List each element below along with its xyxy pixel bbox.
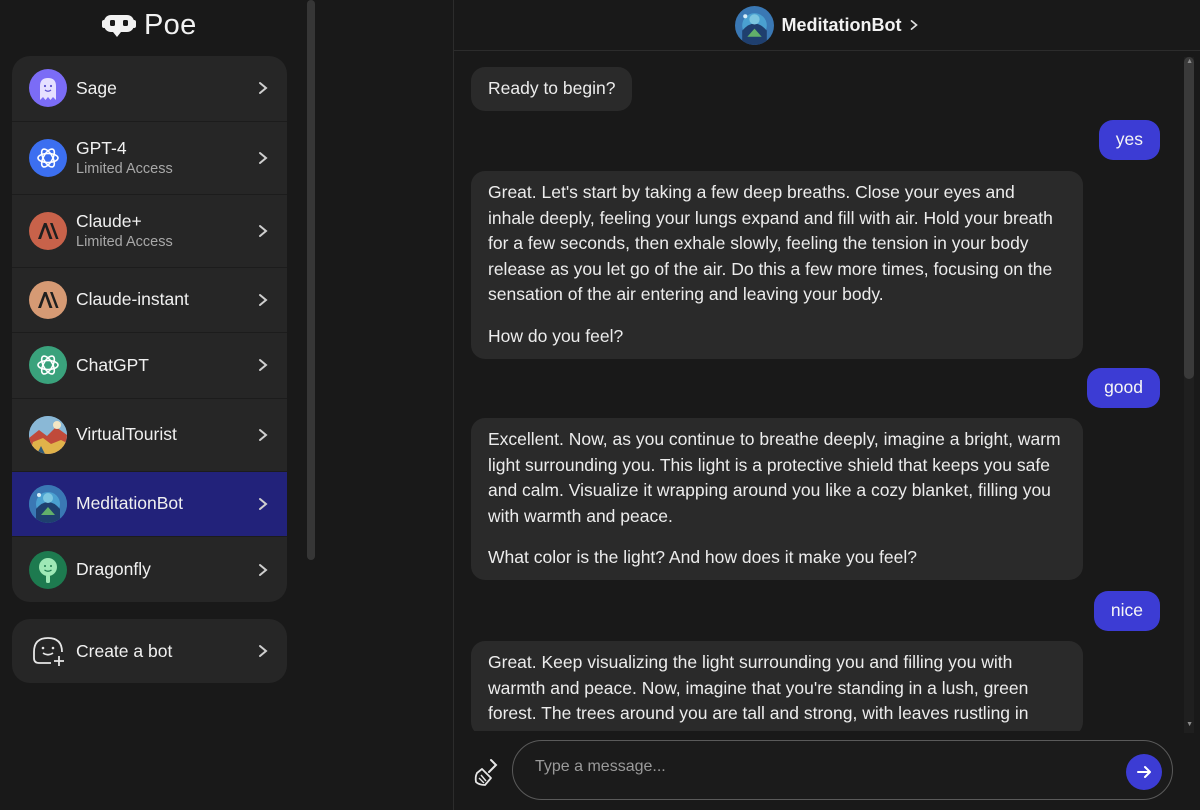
scroll-down-arrow-icon[interactable]: ▼: [1186, 721, 1193, 728]
sage-avatar-icon: [29, 69, 67, 108]
sidebar: Poe Sage GPT-4 Limited Access Claude+ Li…: [0, 0, 315, 810]
message-text: Ready to begin?: [488, 78, 616, 98]
chevron-right-icon: [259, 497, 268, 510]
dragonfly-avatar-icon: [29, 550, 67, 589]
user-message: yes: [1098, 120, 1160, 160]
bot-item-meditationbot[interactable]: MeditationBot: [12, 471, 287, 537]
message-text: Great. Let's start by taking a few deep …: [488, 182, 1053, 305]
chat-panel: MeditationBot Ready to begin? yes Great.…: [453, 0, 1200, 810]
chevron-right-icon: [911, 20, 919, 30]
message-text: Great. Keep visualizing the light surrou…: [488, 652, 1029, 724]
bot-name: VirtualTourist: [76, 424, 177, 444]
chat-title: MeditationBot: [781, 14, 902, 35]
clear-context-broom-icon[interactable]: [473, 757, 501, 787]
virtualtourist-avatar-icon: [29, 415, 67, 454]
bot-access-label: Limited Access: [76, 234, 173, 250]
chat-header[interactable]: MeditationBot: [454, 0, 1200, 51]
openai-logo-icon: [29, 138, 67, 177]
bot-item-virtualtourist[interactable]: VirtualTourist: [12, 399, 287, 472]
openai-logo-icon: [29, 346, 67, 385]
meditationbot-avatar-icon: [29, 484, 67, 523]
sidebar-scrollbar[interactable]: [307, 0, 315, 560]
message-text: yes: [1115, 129, 1143, 149]
bot-list: Sage GPT-4 Limited Access Claude+ Limite…: [12, 56, 287, 602]
bot-name: Claude+: [76, 211, 142, 231]
meditationbot-avatar-icon: [734, 5, 774, 45]
poe-logo-icon: [102, 15, 136, 37]
bot-name: ChatGPT: [76, 354, 149, 375]
message-text: good: [1104, 377, 1143, 397]
chevron-right-icon: [259, 428, 268, 441]
chevron-right-icon: [259, 293, 268, 306]
bot-name: Dragonfly: [76, 559, 151, 580]
chevron-right-icon: [259, 563, 268, 576]
chevron-right-icon: [259, 359, 268, 372]
bot-name: GPT-4: [76, 138, 127, 158]
user-message: nice: [1093, 591, 1160, 631]
chevron-right-icon: [259, 82, 268, 95]
bot-item-claude-instant[interactable]: Claude-instant: [12, 268, 287, 333]
bot-access-label: Limited Access: [76, 161, 173, 177]
message-text: How do you feel?: [488, 325, 624, 346]
anthropic-logo-icon: [29, 280, 67, 319]
bot-item-dragonfly[interactable]: Dragonfly: [12, 537, 287, 602]
bot-message: Great. Keep visualizing the light surrou…: [471, 641, 1083, 731]
composer: [454, 731, 1200, 810]
bot-item-chatgpt[interactable]: ChatGPT: [12, 333, 287, 399]
chevron-right-icon: [259, 645, 268, 657]
bot-name: Sage: [76, 77, 117, 98]
message-list: Ready to begin? yes Great. Let's start b…: [454, 51, 1184, 731]
create-bot-button[interactable]: Create a bot: [12, 619, 287, 683]
user-message: good: [1087, 368, 1160, 408]
scroll-up-arrow-icon[interactable]: ▲: [1186, 58, 1193, 65]
message-text: What color is the light? And how does it…: [488, 547, 917, 568]
create-bot-label: Create a bot: [76, 640, 173, 661]
chevron-right-icon: [259, 224, 268, 237]
anthropic-logo-icon: [29, 211, 67, 250]
message-text: Excellent. Now, as you continue to breat…: [488, 429, 1061, 526]
bot-item-sage[interactable]: Sage: [12, 56, 287, 122]
bot-message: Excellent. Now, as you continue to breat…: [471, 418, 1083, 580]
app-name: Poe: [144, 8, 197, 41]
bot-message: Great. Let's start by taking a few deep …: [471, 171, 1083, 359]
bot-item-claude-plus[interactable]: Claude+ Limited Access: [12, 195, 287, 268]
chat-scrollbar-thumb[interactable]: [1184, 57, 1194, 379]
bot-message: Ready to begin?: [471, 67, 633, 111]
send-button[interactable]: [1126, 754, 1162, 790]
message-text: nice: [1110, 600, 1143, 620]
bot-name: MeditationBot: [76, 493, 184, 514]
message-input[interactable]: [535, 758, 1095, 776]
arrow-right-icon: [1137, 766, 1151, 778]
chevron-right-icon: [259, 151, 268, 164]
bot-name: Claude-instant: [76, 289, 189, 310]
bot-item-gpt-4[interactable]: GPT-4 Limited Access: [12, 122, 287, 195]
poe-logo[interactable]: Poe: [102, 8, 197, 42]
create-bot-icon: [33, 637, 64, 666]
message-input-box: [512, 740, 1173, 800]
